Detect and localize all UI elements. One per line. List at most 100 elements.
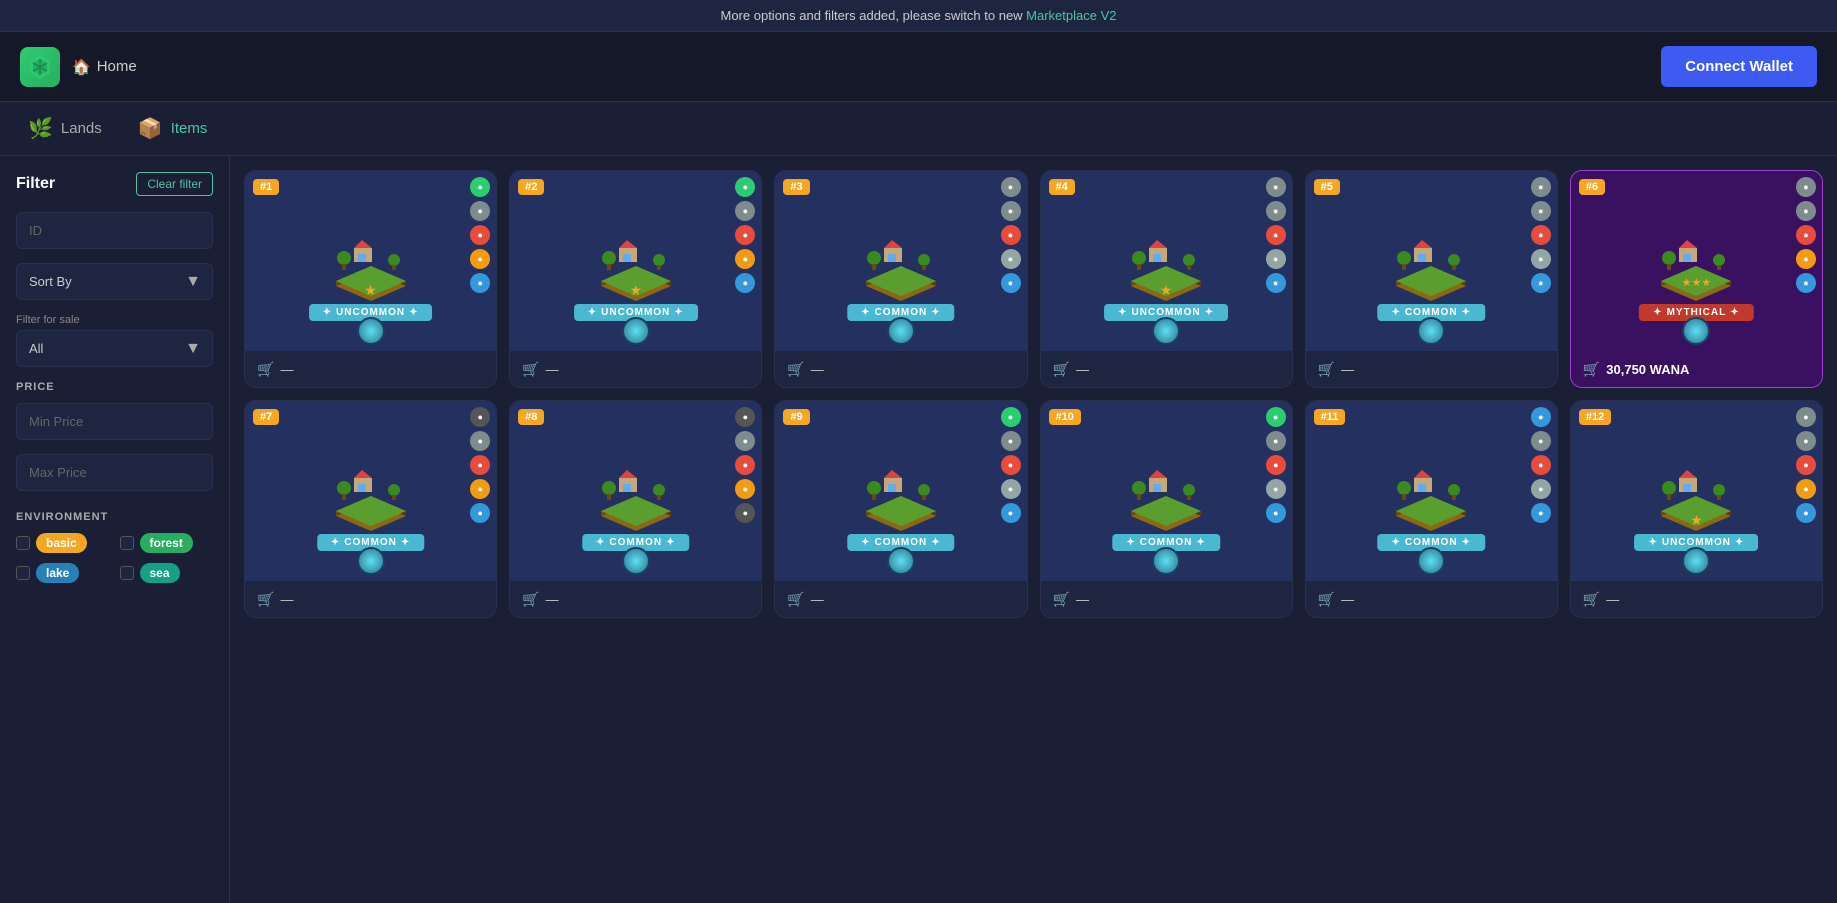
card-icons-5: ●●●●●: [1531, 177, 1551, 293]
card-10[interactable]: #10 ●●●●● ✦COMMON✦ 🛒 —: [1040, 400, 1293, 618]
header-left: 🏠 Home: [20, 47, 137, 87]
card-icon-4: ●: [1266, 503, 1286, 523]
filter-title: Filter: [16, 175, 55, 193]
card-stars-12: ★: [1690, 512, 1703, 529]
card-icon-1: ●: [1001, 201, 1021, 221]
env-sea-label: sea: [140, 563, 180, 583]
card-gem-4: [1152, 317, 1180, 345]
card-4[interactable]: #4 ●●●●● ★ ✦UNCOMMON✦ 🛒 —: [1040, 170, 1293, 388]
card-5[interactable]: #5 ●●●●● ✦COMMON✦ 🛒 —: [1305, 170, 1558, 388]
card-icon-1: ●: [1531, 201, 1551, 221]
sort-by-select[interactable]: Sort By Price: Low to High Price: High t…: [16, 263, 213, 300]
card-icon-3: ●: [735, 249, 755, 269]
env-forest-checkbox[interactable]: [120, 536, 134, 550]
card-icon-0: ●: [470, 407, 490, 427]
environment-section-title: ENVIRONMENT: [16, 511, 213, 523]
card-6[interactable]: #6 ●●●●● ★★★ ✦MYTHICAL✦ 🛒: [1570, 170, 1823, 388]
card-3[interactable]: #3 ●●●●● ✦COMMON✦ 🛒 —: [774, 170, 1027, 388]
card-gem-8: [622, 547, 650, 575]
card-gem-10: [1152, 547, 1180, 575]
card-icon-2: ●: [735, 225, 755, 245]
card-icon-4: ●: [1531, 503, 1551, 523]
card-icons-11: ●●●●●: [1531, 407, 1551, 523]
lands-label: Lands: [61, 120, 102, 137]
env-sea[interactable]: sea: [120, 563, 214, 583]
card-num-3: #3: [783, 179, 809, 195]
card-icon-2: ●: [1266, 225, 1286, 245]
home-label: Home: [97, 58, 137, 75]
card-icon-2: ●: [1796, 225, 1816, 245]
card-image-area-1: ●●●●● ★ ✦UNCOMMON✦: [245, 171, 496, 351]
min-price-input[interactable]: [16, 403, 213, 440]
home-button[interactable]: 🏠 Home: [72, 58, 137, 76]
tab-items[interactable]: 📦 Items: [130, 112, 216, 145]
card-footer-3: 🛒 —: [775, 351, 1026, 387]
card-icon-0: ●: [1796, 407, 1816, 427]
card-gem-7: [357, 547, 385, 575]
card-stars-4: ★: [1160, 282, 1173, 299]
card-num-2: #2: [518, 179, 544, 195]
card-icons-10: ●●●●●: [1266, 407, 1286, 523]
land-svg-10: [1111, 446, 1221, 536]
card-image-area-2: ●●●●● ★ ✦UNCOMMON✦: [510, 171, 761, 351]
price-dash-4: —: [1076, 362, 1089, 377]
clear-filter-button[interactable]: Clear filter: [136, 172, 213, 196]
price-wana-6: 30,750 WANA: [1606, 362, 1689, 377]
price-dash-2: —: [546, 362, 559, 377]
card-gem-11: [1417, 547, 1445, 575]
env-lake-checkbox[interactable]: [16, 566, 30, 580]
card-gem-2: [622, 317, 650, 345]
card-icon-0: ●: [735, 407, 755, 427]
price-dash-11: —: [1341, 592, 1354, 607]
env-basic[interactable]: basic: [16, 533, 110, 553]
card-stars-1: ★: [364, 282, 377, 299]
cart-icon-11: 🛒: [1318, 591, 1335, 608]
card-icon-2: ●: [1001, 455, 1021, 475]
card-image-area-5: ●●●●● ✦COMMON✦: [1306, 171, 1557, 351]
card-1[interactable]: #1 ●●●●● ★ ✦UNCOMMON✦ 🛒 —: [244, 170, 497, 388]
land-svg-3: [846, 216, 956, 306]
card-image-area-8: ●●●●● ✦COMMON✦: [510, 401, 761, 581]
card-icon-4: ●: [1001, 273, 1021, 293]
env-forest[interactable]: forest: [120, 533, 214, 553]
env-sea-checkbox[interactable]: [120, 566, 134, 580]
environment-grid: basic forest lake sea: [16, 533, 213, 583]
price-dash-8: —: [546, 592, 559, 607]
card-9[interactable]: #9 ●●●●● ✦COMMON✦ 🛒 —: [774, 400, 1027, 618]
max-price-input[interactable]: [16, 454, 213, 491]
filter-sale-select[interactable]: All For Sale Not For Sale: [16, 330, 213, 367]
filter-sale-wrapper: All For Sale Not For Sale ▼: [16, 330, 213, 367]
card-icon-3: ●: [1531, 249, 1551, 269]
card-image-area-4: ●●●●● ★ ✦UNCOMMON✦: [1041, 171, 1292, 351]
card-icon-0: ●: [1796, 177, 1816, 197]
card-7[interactable]: #7 ●●●●● ✦COMMON✦ 🛒 —: [244, 400, 497, 618]
card-gem-9: [887, 547, 915, 575]
card-12[interactable]: #12 ●●●●● ★ ✦UNCOMMON✦ 🛒: [1570, 400, 1823, 618]
env-lake[interactable]: lake: [16, 563, 110, 583]
card-icons-3: ●●●●●: [1001, 177, 1021, 293]
card-icons-6: ●●●●●: [1796, 177, 1816, 293]
cart-icon-4: 🛒: [1053, 361, 1070, 378]
land-svg-8: [581, 446, 691, 536]
card-image-area-10: ●●●●● ✦COMMON✦: [1041, 401, 1292, 581]
connect-wallet-button[interactable]: Connect Wallet: [1661, 46, 1817, 87]
card-gem-6: [1682, 317, 1710, 345]
card-image-area-9: ●●●●● ✦COMMON✦: [775, 401, 1026, 581]
card-2[interactable]: #2 ●●●●● ★ ✦UNCOMMON✦ 🛒 —: [509, 170, 762, 388]
card-icon-4: ●: [470, 273, 490, 293]
card-icons-8: ●●●●●: [735, 407, 755, 523]
id-input[interactable]: [16, 212, 213, 249]
card-icon-4: ●: [1001, 503, 1021, 523]
card-num-10: #10: [1049, 409, 1081, 425]
marketplace-v2-link[interactable]: Marketplace V2: [1026, 8, 1116, 23]
card-8[interactable]: #8 ●●●●● ✦COMMON✦ 🛒 —: [509, 400, 762, 618]
card-image-area-6: ●●●●● ★★★ ✦MYTHICAL✦: [1571, 171, 1822, 351]
card-11[interactable]: #11 ●●●●● ✦COMMON✦ 🛒 —: [1305, 400, 1558, 618]
env-basic-checkbox[interactable]: [16, 536, 30, 550]
tab-lands[interactable]: 🌿 Lands: [20, 112, 110, 145]
card-icon-1: ●: [1266, 431, 1286, 451]
land-svg-6: [1641, 216, 1751, 306]
cart-icon-3: 🛒: [787, 361, 804, 378]
card-icon-1: ●: [735, 431, 755, 451]
cart-icon-7: 🛒: [257, 591, 274, 608]
